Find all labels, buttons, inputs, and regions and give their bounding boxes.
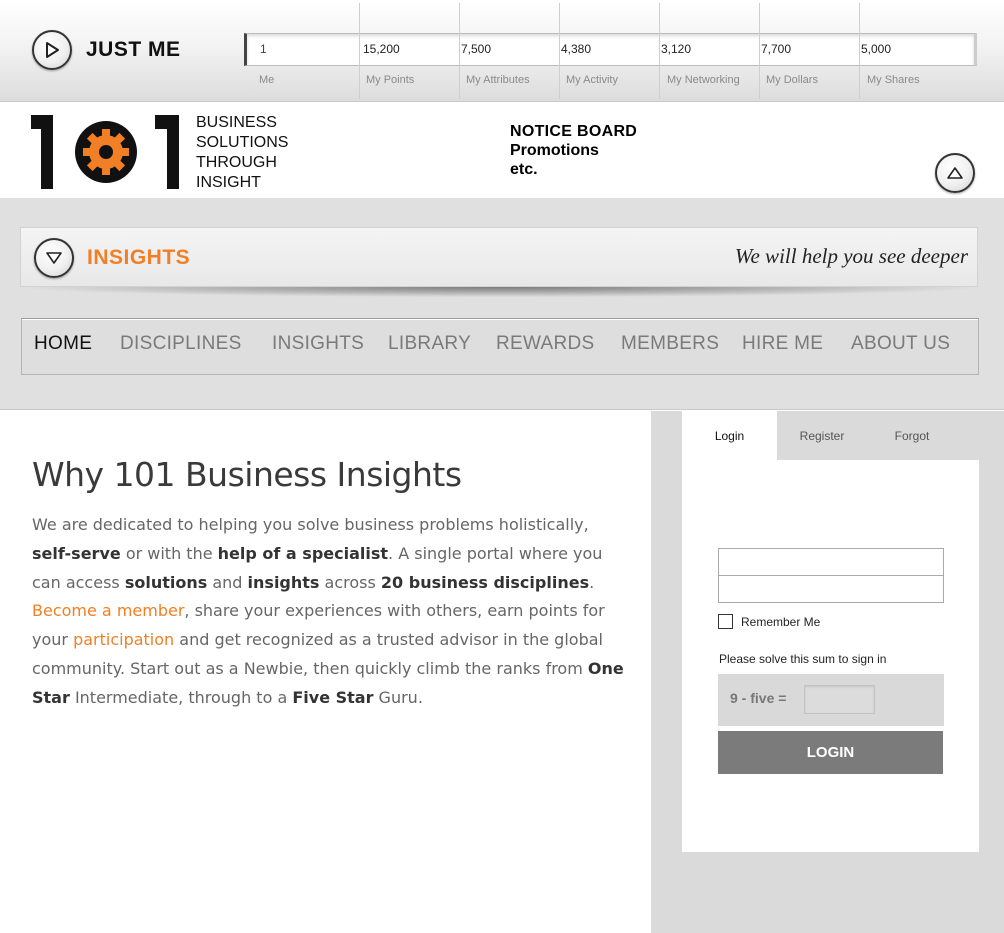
stat-me-label[interactable]: Me <box>259 74 274 86</box>
intro-bold: insights <box>247 572 320 592</box>
intro-paragraph: We are dedicated to helping you solve bu… <box>32 511 632 713</box>
insights-motto: We will help you see deeper <box>734 244 968 268</box>
user-stats-bar: JUST ME 1 15,200 7,500 4,380 3,120 7,700… <box>0 0 1004 102</box>
intro-text: Intermediate, through to a <box>69 687 293 707</box>
intro-text: and <box>207 572 248 592</box>
stat-divider <box>759 3 760 99</box>
stat-activity-value: 4,380 <box>561 42 592 56</box>
stat-points-label[interactable]: My Points <box>366 74 414 86</box>
captcha-question: 9 - five = <box>730 690 787 706</box>
remember-me[interactable]: Remember Me <box>718 614 820 629</box>
tagline-line: BUSINESS <box>196 114 277 131</box>
stat-divider <box>659 3 660 99</box>
intro-text: We are dedicated to helping you solve bu… <box>32 515 589 534</box>
username-field[interactable] <box>718 548 944 576</box>
tab-login[interactable]: Login <box>682 411 777 460</box>
become-member-link[interactable]: Become a member <box>32 601 184 620</box>
password-field[interactable] <box>718 575 944 603</box>
page-title: Why 101 Business Insights <box>32 455 462 494</box>
stat-me-value: 1 <box>260 42 267 56</box>
nav-members[interactable]: MEMBERS <box>621 333 719 355</box>
collapse-up-icon[interactable] <box>935 153 975 193</box>
banner-shadow <box>28 287 972 297</box>
brand-row: BUSINESS SOLUTIONS THROUGH INSIGHT NOTIC… <box>0 103 1004 198</box>
stat-dollars-label[interactable]: My Dollars <box>766 74 818 86</box>
remember-me-label: Remember Me <box>741 614 821 629</box>
captcha-instruction: Please solve this sum to sign in <box>719 652 887 666</box>
intro-text: or with the <box>120 543 218 563</box>
stat-attributes-value: 7,500 <box>461 42 492 56</box>
nav-rewards[interactable]: REWARDS <box>496 333 595 355</box>
intro-text: . <box>589 572 595 592</box>
nav-home[interactable]: HOME <box>34 333 92 355</box>
intro-bold: help of a specialist <box>217 543 389 563</box>
intro-text: across <box>319 572 381 592</box>
stat-dollars-value: 7,700 <box>761 42 792 56</box>
stat-activity-label[interactable]: My Activity <box>566 74 618 86</box>
stat-divider <box>559 3 560 99</box>
notice-line: etc. <box>510 161 538 178</box>
stat-divider <box>459 3 460 99</box>
insights-banner: INSIGHTS We will help you see deeper <box>20 227 978 287</box>
intro-bold: solutions <box>124 572 208 592</box>
stat-shares-value: 5,000 <box>861 42 892 56</box>
stat-shares-label[interactable]: My Shares <box>867 74 920 86</box>
stat-divider <box>859 3 860 99</box>
login-tabs: Login Register Forgot <box>682 411 979 460</box>
stat-networking-label[interactable]: My Networking <box>667 74 740 86</box>
intro-bold: Five Star <box>292 687 374 707</box>
stat-attributes-label[interactable]: My Attributes <box>466 74 530 86</box>
stat-divider <box>359 3 360 99</box>
intro-bold: 20 business disciplines <box>380 572 590 592</box>
logo[interactable] <box>27 115 187 194</box>
user-bar-title: JUST ME <box>86 38 181 61</box>
tagline-line: INSIGHT <box>196 174 261 191</box>
notice-board: NOTICE BOARD Promotions etc. <box>510 123 637 179</box>
intro-bold: self-serve <box>32 543 121 563</box>
tab-forgot[interactable]: Forgot <box>867 411 957 460</box>
main-nav: HOME DISCIPLINES INSIGHTS LIBRARY REWARD… <box>21 318 979 375</box>
nav-about-us[interactable]: ABOUT US <box>851 333 950 355</box>
notice-board-title: NOTICE BOARD <box>510 123 638 140</box>
tab-register[interactable]: Register <box>777 411 867 460</box>
main-content: Why 101 Business Insights We are dedicat… <box>0 411 651 933</box>
sidebar: Login Register Forgot Remember Me Please… <box>651 411 1004 933</box>
tagline-line: SOLUTIONS <box>196 134 289 151</box>
participation-link[interactable]: participation <box>73 630 174 649</box>
nav-library[interactable]: LIBRARY <box>388 333 471 355</box>
tagline: BUSINESS SOLUTIONS THROUGH INSIGHT <box>196 113 288 193</box>
header-band: INSIGHTS We will help you see deeper HOM… <box>0 198 1004 410</box>
expand-down-icon[interactable] <box>34 238 74 278</box>
insights-title: INSIGHTS <box>87 246 191 269</box>
captcha-box: 9 - five = <box>718 674 944 726</box>
stat-networking-value: 3,120 <box>661 42 692 56</box>
captcha-answer-field[interactable] <box>804 685 875 714</box>
stat-points-value: 15,200 <box>363 42 400 56</box>
tagline-line: THROUGH <box>196 154 277 171</box>
notice-line: Promotions <box>510 142 599 159</box>
remember-me-checkbox[interactable] <box>718 614 733 629</box>
nav-disciplines[interactable]: DISCIPLINES <box>120 333 242 355</box>
play-icon[interactable] <box>32 30 72 70</box>
intro-text: Guru. <box>373 687 423 707</box>
login-panel: Login Register Forgot Remember Me Please… <box>682 411 979 852</box>
nav-hire-me[interactable]: HIRE ME <box>742 333 823 355</box>
nav-insights[interactable]: INSIGHTS <box>272 333 364 355</box>
login-button[interactable]: LOGIN <box>718 731 943 774</box>
